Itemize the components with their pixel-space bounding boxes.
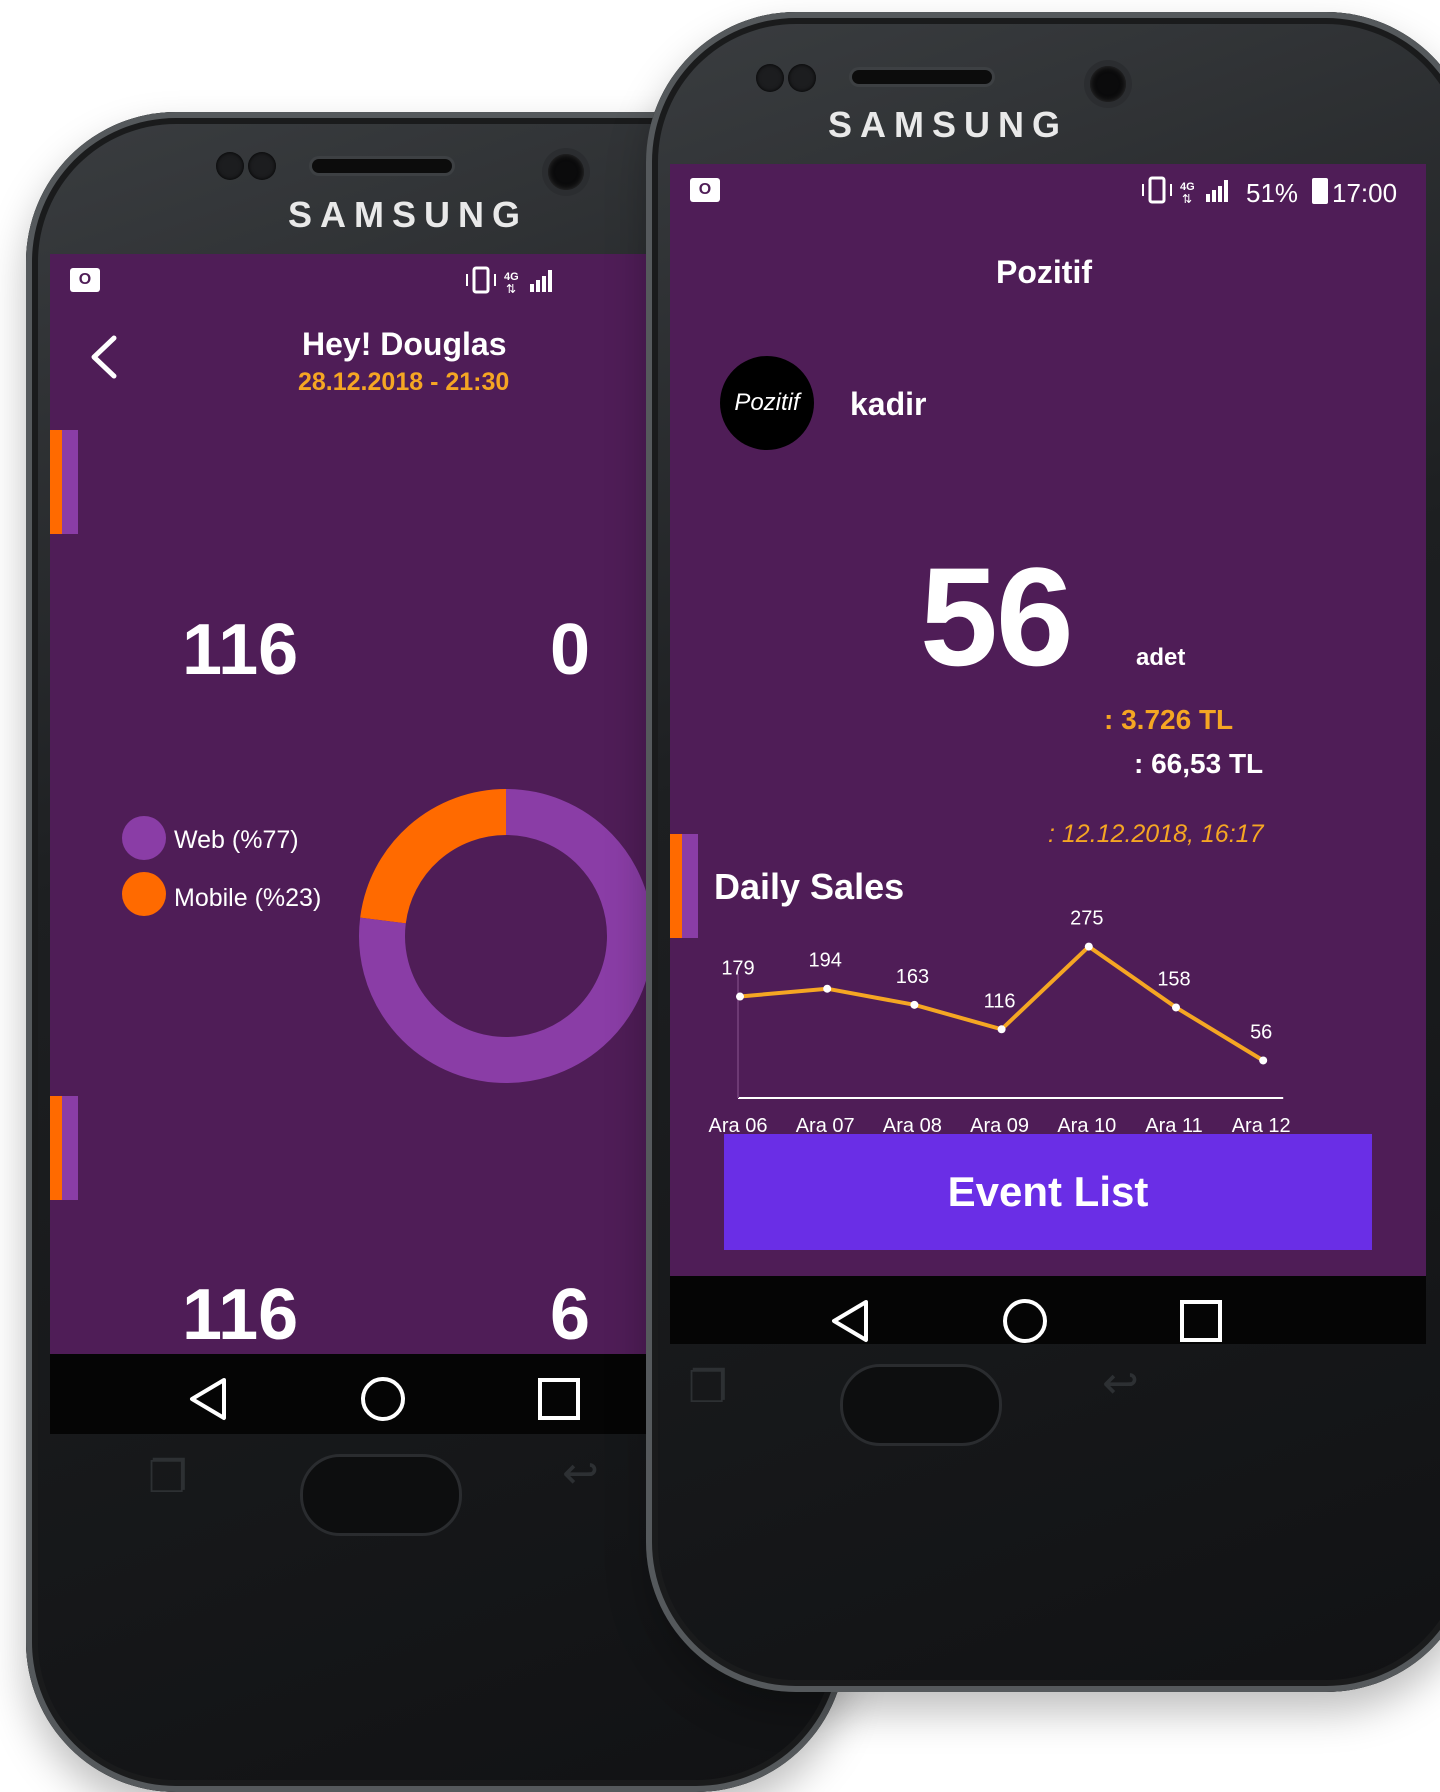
recent-apps-key-icon[interactable]: ❐: [688, 1362, 727, 1413]
user-name: kadir: [850, 386, 927, 422]
outlook-icon: O: [70, 268, 100, 292]
data-label: 163: [896, 966, 929, 988]
nav-back-icon[interactable]: [184, 1374, 234, 1424]
status-time: 17:00: [1332, 178, 1398, 208]
legend-label-web: Web (%77): [174, 826, 299, 854]
home-button[interactable]: [300, 1454, 462, 1536]
phone-front: SAMSUNG O 4G ⇅ 51% 17:00 Pozitif Pozitif…: [646, 12, 1440, 1692]
camera-icon: [548, 154, 584, 190]
data-point: [1259, 1056, 1268, 1065]
stat-bottom-left: 116: [182, 1275, 299, 1355]
last-sale-date: : 12.12.2018, 16:17: [1048, 820, 1264, 848]
brand-logo: SAMSUNG: [288, 194, 529, 235]
svg-text:⇅: ⇅: [506, 282, 516, 296]
recent-apps-key-icon[interactable]: ❐: [148, 1452, 187, 1503]
data-point: [1172, 1003, 1180, 1012]
sensor-icon: [216, 152, 244, 180]
right-screen: O 4G ⇅ 51% 17:00 Pozitif Pozitif kadir 5…: [670, 164, 1426, 1344]
back-key-icon[interactable]: ↩: [562, 1448, 599, 1499]
donut-slice-mobile: [360, 789, 507, 925]
sales-count-unit: adet: [1136, 644, 1186, 671]
nav-back-icon[interactable]: [826, 1296, 876, 1344]
battery-percent: 51%: [1246, 178, 1299, 208]
outlook-icon: O: [690, 178, 720, 202]
greeting-title: Hey! Douglas: [302, 326, 507, 362]
legend-dot-web: [122, 816, 166, 860]
data-point: [823, 984, 832, 993]
event-list-button[interactable]: Event List: [724, 1134, 1372, 1250]
average-amount: : 66,53 TL: [1134, 748, 1264, 779]
donut-chart: [359, 789, 653, 1083]
sales-count: 56: [920, 538, 1074, 695]
status-icons: 4G ⇅: [1142, 176, 1228, 206]
earpiece-speaker: [312, 159, 452, 173]
company-logo: Pozitif: [720, 356, 814, 450]
data-label: 194: [809, 950, 842, 972]
data-label: 275: [1070, 908, 1103, 930]
greeting-date: 28.12.2018 - 21:30: [298, 368, 510, 396]
stat-top-right: 0: [550, 610, 591, 690]
brand-logo: SAMSUNG: [828, 104, 1069, 145]
back-key-icon[interactable]: ↩: [1102, 1358, 1139, 1409]
sensor-icon: [248, 152, 276, 180]
nav-recents-icon[interactable]: [534, 1374, 584, 1424]
legend-label-mobile: Mobile (%23): [174, 884, 322, 912]
data-point: [1084, 942, 1093, 951]
nav-home-icon[interactable]: [1000, 1296, 1050, 1344]
nav-bar: [670, 1276, 1426, 1344]
data-point: [997, 1025, 1006, 1034]
home-button[interactable]: [840, 1364, 1002, 1446]
data-label: 56: [1250, 1021, 1272, 1043]
nav-home-icon[interactable]: [358, 1374, 408, 1424]
camera-icon: [1090, 66, 1126, 102]
status-icons: 4G ⇅: [466, 266, 552, 296]
daily-sales-chart: 179Ara 06194Ara 07163Ara 08116Ara 09275A…: [709, 908, 1291, 1137]
data-label: 158: [1157, 968, 1190, 990]
stat-bottom-right: 6: [550, 1275, 591, 1355]
legend-dot-mobile: [122, 872, 166, 916]
app-title: Pozitif: [996, 254, 1092, 290]
side-tab[interactable]: [50, 1096, 78, 1200]
data-label: 116: [984, 990, 1016, 1012]
side-tab[interactable]: [50, 430, 78, 534]
sensor-icon: [756, 64, 784, 92]
battery-icon: [1312, 178, 1328, 204]
earpiece-speaker: [852, 70, 992, 84]
stat-top-left: 116: [182, 610, 299, 690]
back-arrow-icon[interactable]: [86, 332, 126, 382]
data-label: 179: [721, 958, 754, 980]
data-point: [910, 1000, 919, 1009]
sensor-icon: [788, 64, 816, 92]
svg-text:⇅: ⇅: [1182, 192, 1192, 206]
nav-recents-icon[interactable]: [1176, 1296, 1226, 1344]
status-bar: O 4G ⇅ 51% 17:00: [670, 164, 1426, 224]
data-point: [736, 992, 744, 1001]
total-amount: : 3.726 TL: [1104, 704, 1234, 735]
